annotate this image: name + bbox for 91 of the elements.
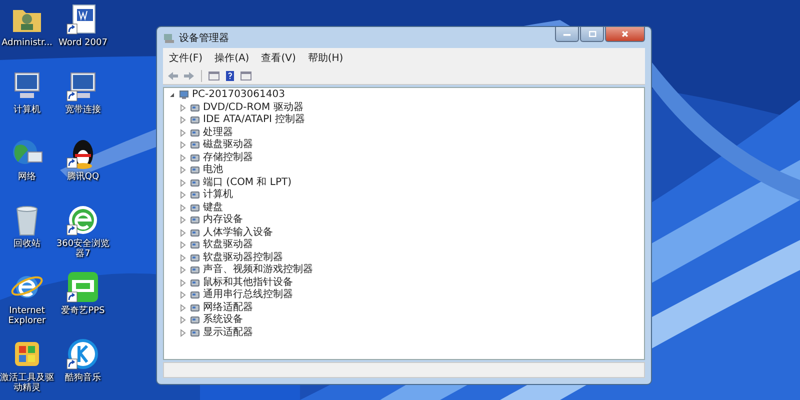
desktop-icon-label[interactable]: 激活工具及驱动精灵 — [0, 373, 54, 393]
collapsed-arrow-icon[interactable] — [179, 178, 187, 187]
tree-item[interactable]: 电池 — [203, 164, 223, 176]
desktop-icon-label[interactable]: 酷狗音乐 — [56, 373, 110, 383]
properties-icon[interactable] — [240, 70, 252, 82]
menu-item[interactable]: 操作(A) — [214, 51, 250, 65]
tree-item[interactable]: 显示适配器 — [203, 326, 253, 339]
collapsed-arrow-icon[interactable] — [179, 328, 187, 337]
tree-item[interactable]: 计算机 — [203, 189, 233, 202]
device-icon — [190, 190, 200, 200]
collapsed-arrow-icon[interactable] — [179, 116, 187, 124]
tree-item[interactable]: 人体学输入设备 — [203, 226, 273, 239]
collapsed-arrow-icon[interactable] — [179, 254, 187, 262]
device-icon — [190, 228, 200, 238]
back-icon[interactable] — [167, 70, 179, 82]
tree-item[interactable]: PC-201703061403 — [192, 89, 285, 102]
device-icon — [190, 240, 200, 250]
desktop-icon-label[interactable]: Internet Explorer — [0, 306, 54, 326]
device-icon — [190, 178, 200, 188]
tree-item[interactable]: IDE ATA/ATAPI 控制器 — [203, 114, 306, 126]
maximize-icon — [586, 30, 598, 38]
collapsed-arrow-icon[interactable] — [179, 291, 187, 300]
desktop-icon-label[interactable]: 计算机 — [0, 105, 54, 115]
help-icon[interactable] — [224, 70, 236, 82]
device-icon — [190, 202, 200, 213]
device-icon — [190, 140, 200, 150]
tree-item[interactable]: 系统设备 — [203, 314, 243, 326]
tree-item[interactable]: 端口 (COM 和 LPT) — [203, 176, 292, 189]
collapsed-arrow-icon[interactable] — [179, 266, 187, 274]
tv-app-icon[interactable] — [66, 270, 100, 304]
collapsed-arrow-icon[interactable] — [179, 104, 187, 112]
expanded-arrow-icon[interactable] — [168, 91, 176, 100]
device-manager-icon — [163, 32, 175, 44]
device-icon — [190, 128, 200, 138]
tree-item[interactable]: 处理器 — [203, 126, 233, 139]
device-icon — [190, 115, 200, 126]
desktop-icon-label[interactable]: Administr... — [0, 38, 54, 48]
menu-item[interactable]: 文件(F) — [169, 51, 203, 65]
device-icon — [190, 252, 200, 263]
tree-item[interactable]: 鼠标和其他指针设备 — [203, 276, 293, 289]
tree-item[interactable]: 软盘驱动器控制器 — [203, 252, 283, 264]
tree-item[interactable]: 存储控制器 — [203, 152, 253, 164]
collapsed-arrow-icon[interactable] — [179, 154, 187, 162]
collapsed-arrow-icon[interactable] — [179, 316, 187, 324]
device-icon — [190, 302, 200, 313]
menu-item[interactable]: 查看(V) — [261, 51, 296, 65]
desktop-icon-label[interactable]: 回收站 — [0, 239, 54, 249]
device-icon — [190, 102, 200, 113]
tree-item[interactable]: 磁盘驱动器 — [203, 139, 253, 152]
maximize-button[interactable] — [580, 27, 604, 42]
device-icon — [190, 315, 200, 326]
browser-icon[interactable] — [66, 203, 100, 237]
properties-icon[interactable] — [208, 70, 220, 82]
close-button[interactable] — [605, 27, 645, 42]
computer-icon — [179, 90, 189, 100]
menu-item[interactable]: 帮助(H) — [308, 51, 344, 65]
tree-item[interactable]: 声音、视频和游戏控制器 — [203, 264, 313, 276]
close-icon — [619, 30, 631, 38]
collapsed-arrow-icon[interactable] — [179, 204, 187, 212]
tree-item[interactable]: 软盘驱动器 — [203, 239, 253, 252]
tree-item[interactable]: 键盘 — [203, 202, 223, 214]
collapsed-arrow-icon[interactable] — [179, 228, 187, 237]
collapsed-arrow-icon[interactable] — [179, 304, 187, 312]
desktop-icon-label[interactable]: 宽带连接 — [56, 105, 110, 115]
music-icon[interactable] — [66, 337, 100, 371]
collapsed-arrow-icon[interactable] — [179, 141, 187, 150]
tree-item[interactable]: DVD/CD-ROM 驱动器 — [203, 102, 304, 114]
tree-item[interactable]: 网络适配器 — [203, 302, 253, 314]
device-icon — [190, 152, 200, 163]
collapsed-arrow-icon[interactable] — [179, 241, 187, 250]
desktop-icon-label[interactable]: 360安全浏览器7 — [56, 239, 110, 259]
window-title: 设备管理器 — [179, 32, 229, 44]
device-icon — [190, 290, 200, 300]
device-icon — [190, 265, 200, 276]
collapsed-arrow-icon[interactable] — [179, 216, 187, 224]
tree-item[interactable]: 内存设备 — [203, 214, 243, 226]
collapsed-arrow-icon[interactable] — [179, 191, 187, 200]
device-icon — [190, 165, 200, 176]
device-icon — [190, 215, 200, 226]
desktop-icon-label[interactable]: 腾讯QQ — [56, 172, 110, 182]
minimize-button[interactable] — [555, 27, 579, 42]
device-icon — [190, 328, 200, 338]
collapsed-arrow-icon[interactable] — [179, 166, 187, 174]
collapsed-arrow-icon[interactable] — [179, 278, 187, 287]
desktop-icon-label[interactable]: 爱奇艺PPS — [56, 306, 110, 316]
forward-icon[interactable] — [183, 70, 195, 82]
collapsed-arrow-icon[interactable] — [179, 128, 187, 137]
desktop-icon-label[interactable]: 网络 — [0, 172, 54, 182]
tree-item[interactable]: 通用串行总线控制器 — [203, 289, 293, 302]
desktop-icon-label[interactable]: Word 2007 — [56, 38, 110, 48]
device-icon — [190, 278, 200, 288]
